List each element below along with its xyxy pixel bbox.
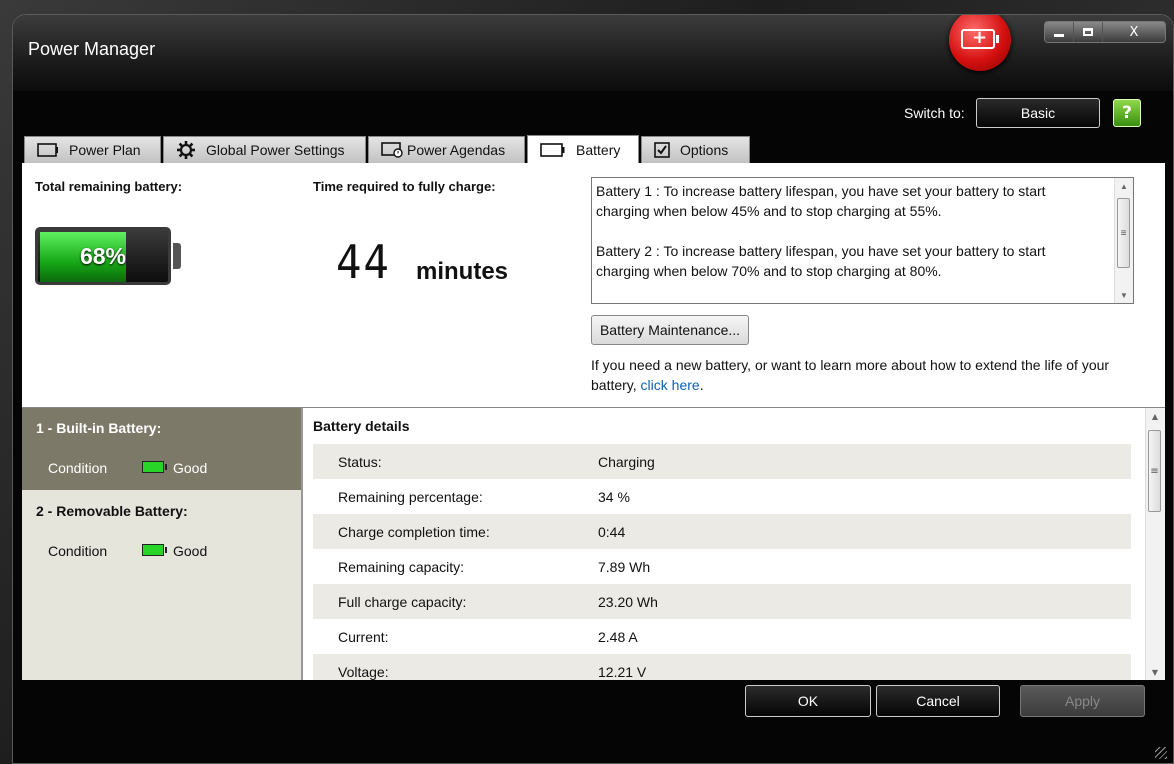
charge-time-label: Time required to fully charge: — [313, 179, 496, 194]
scroll-thumb[interactable]: ≡ — [1117, 198, 1130, 268]
scroll-down-icon[interactable]: ▼ — [1146, 664, 1164, 680]
battery-title: 1 - Built-in Battery: — [36, 420, 162, 436]
battery-list-panel: 1 - Built-in Battery: Condition Good 2 -… — [22, 407, 1165, 680]
window-title: Power Manager — [28, 39, 156, 59]
battery-info-box[interactable]: Battery 1 : To increase battery lifespan… — [591, 177, 1134, 304]
minimize-icon[interactable] — [1045, 22, 1074, 42]
details-title: Battery details — [313, 418, 410, 434]
title-bar[interactable]: Power Manager + X — [13, 15, 1173, 91]
battery-outline-icon — [37, 143, 59, 157]
battery1-info: Battery 1 : To increase battery lifespan… — [596, 183, 1046, 219]
battery-item-built-in[interactable]: 1 - Built-in Battery: Condition Good — [22, 408, 301, 490]
checkbox-icon — [654, 142, 670, 158]
condition-value: Good — [173, 543, 208, 559]
scroll-down-icon[interactable]: ▼ — [1115, 287, 1133, 303]
app-logo-icon: + — [949, 15, 1011, 71]
calendar-clock-icon — [381, 142, 403, 158]
tab-label: Power Plan — [69, 142, 141, 158]
power-manager-window: Power Manager + X Switch to: Basic ? Pow… — [12, 14, 1174, 764]
remaining-battery-percent: 68% — [79, 242, 127, 269]
scroll-up-icon[interactable]: ▲ — [1115, 178, 1133, 194]
battery2-info: Battery 2 : To increase battery lifespan… — [596, 243, 1046, 279]
condition-value: Good — [173, 460, 208, 476]
details-row: Current: 2.48 A — [338, 629, 638, 645]
resize-grip-icon[interactable] — [1155, 747, 1167, 759]
charge-time-unit: minutes — [416, 258, 509, 285]
close-button[interactable]: X — [1103, 22, 1165, 42]
maximize-icon[interactable] — [1074, 22, 1103, 42]
switch-basic-button[interactable]: Basic — [976, 98, 1100, 128]
gear-icon — [176, 140, 196, 160]
tab-label: Options — [680, 142, 729, 158]
tab-label: Global Power Settings — [206, 142, 345, 158]
tab-power-plan[interactable]: Power Plan — [24, 136, 161, 163]
condition-label: Condition — [48, 543, 108, 559]
battery-details: Battery details Status: Charging Remainin… — [303, 408, 1165, 680]
scroll-up-icon[interactable]: ▲ — [1146, 408, 1164, 424]
details-row: Voltage: 12.21 V — [313, 654, 1131, 680]
apply-button[interactable]: Apply — [1020, 685, 1145, 717]
close-icon: X — [1129, 24, 1139, 40]
scroll-thumb[interactable]: ≡ — [1148, 430, 1161, 512]
switch-to-label: Switch to: — [904, 105, 965, 121]
tab-label: Battery — [576, 142, 621, 158]
ok-button[interactable]: OK — [745, 685, 871, 717]
battery-good-icon — [142, 461, 167, 473]
charge-time-value: 44 — [336, 235, 391, 289]
tab-global-power-settings[interactable]: Global Power Settings — [163, 136, 366, 163]
tab-power-agendas[interactable]: Power Agendas — [368, 136, 525, 163]
details-row: Remaining capacity: 7.89 Wh — [338, 559, 651, 575]
large-battery-gauge-icon: 68% — [35, 227, 181, 287]
battery-good-icon — [142, 544, 167, 556]
help-text: If you need a new battery, or want to le… — [591, 357, 1110, 393]
tab-label: Power Agendas — [407, 142, 506, 158]
remaining-battery-label: Total remaining battery: — [35, 179, 183, 194]
tab-battery[interactable]: Battery — [527, 135, 639, 164]
battery-tab-content: Total remaining battery: 68% Time requir… — [22, 163, 1165, 680]
battery-title: 2 - Removable Battery: — [36, 503, 188, 519]
tab-options[interactable]: Options — [641, 136, 750, 163]
condition-label: Condition — [48, 460, 108, 476]
battery-sidebar: 1 - Built-in Battery: Condition Good 2 -… — [22, 408, 303, 680]
details-row: Remaining percentage: 34 % — [338, 489, 630, 505]
help-icon[interactable]: ? — [1113, 99, 1141, 127]
details-row: Full charge capacity: 23.20 Wh — [313, 584, 1131, 619]
battery-icon — [540, 143, 566, 157]
battery-item-removable[interactable]: 2 - Removable Battery: Condition Good — [22, 491, 301, 573]
info-scrollbar[interactable]: ▲ ≡ ▼ — [1114, 178, 1133, 303]
click-here-link[interactable]: click here — [641, 377, 700, 393]
details-scrollbar[interactable]: ▲ ≡ ▼ — [1145, 408, 1165, 680]
details-row: Charge completion time: 0:44 — [313, 514, 1131, 549]
battery-maintenance-button[interactable]: Battery Maintenance... — [591, 315, 749, 345]
details-row: Status: Charging — [313, 444, 1131, 479]
window-controls: X — [1044, 21, 1166, 43]
cancel-button[interactable]: Cancel — [876, 685, 1000, 717]
